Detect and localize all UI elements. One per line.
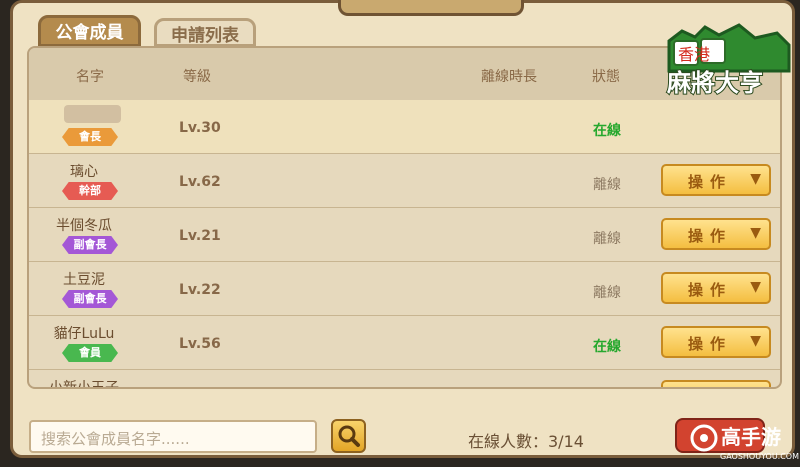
operation-label: 操作 [688,335,733,353]
operation-button[interactable]: 操作 ▼ [661,218,771,250]
watermark: 高手游 GAOSHOUYOU.COM [687,421,800,463]
search-input[interactable]: 搜索公會成員名字...... [29,420,317,453]
operation-button[interactable]: 操作 ▼ [661,380,771,389]
role-badge: 副會長 [62,290,118,308]
member-status: 在線 [593,339,621,355]
operation-button[interactable]: 操作 ▼ [661,164,771,196]
table-row[interactable]: 璃心 幹部 Lv.62 離線 操作 ▼ [29,154,780,208]
operation-label: 操作 [688,387,732,389]
triangle-down-icon: ▼ [750,333,761,349]
role-badge: 幹部 [62,182,118,200]
triangle-down-icon: ▼ [750,387,761,389]
tab-members[interactable]: 公會成員 [38,15,141,47]
operation-label: 操作 [688,173,733,191]
triangle-down-icon: ▼ [750,225,761,241]
member-name: 小新小王子 [49,380,119,389]
member-status: 離線 [593,231,621,247]
operation-label: 操作 [688,227,733,245]
svg-text:麻將大亨: 麻將大亨 [666,69,763,97]
member-status: 離線 [593,285,621,301]
blurred-name [64,105,121,123]
operation-label: 操作 [688,281,733,299]
online-count: 在線人數：3/14 [468,432,584,451]
operation-button[interactable]: 操作 ▼ [661,326,771,358]
svg-text:香港: 香港 [678,45,710,64]
triangle-down-icon: ▼ [750,171,761,187]
header-name: 名字 [76,69,104,85]
member-status: 離線 [593,177,621,193]
table-row[interactable]: 土豆泥 副會長 Lv.22 離線 操作 ▼ [29,262,780,316]
member-status: 在線 [593,123,621,139]
role-badge: 副會長 [62,236,118,254]
operation-button[interactable]: 操作 ▼ [661,272,771,304]
member-name: 貓仔LuLu [53,326,115,342]
table-row[interactable]: 貓仔LuLu 會員 Lv.56 在線 操作 ▼ [29,316,780,370]
table-row[interactable]: 半個冬瓜 副會長 Lv.21 離線 操作 ▼ [29,208,780,262]
svg-text:GAOSHOUYOU.COM: GAOSHOUYOU.COM [720,452,799,461]
magnifier-icon[interactable] [331,419,366,453]
member-name: 土豆泥 [63,272,105,288]
triangle-down-icon: ▼ [750,279,761,295]
game-logo: 香港 麻將大亨 [657,23,797,98]
role-badge: 會員 [62,344,118,362]
header-offline-time: 離線時長 [481,69,537,85]
member-level: Lv.30 [179,120,221,136]
header-level: 等級 [183,69,211,85]
guild-panel: 公會成員 申請列表 名字 等級 離線時長 狀態 會長 Lv.30 在線 璃心 幹… [10,0,799,461]
tab-applications[interactable]: 申請列表 [154,18,256,47]
role-badge: 會長 [62,128,118,146]
member-level: Lv.21 [179,228,221,244]
header-status: 狀態 [592,69,620,85]
member-level: Lv.22 [179,282,221,298]
panel-top-ornament [338,0,524,16]
table-row[interactable]: 小新小王子 操作 ▼ [29,370,780,389]
table-row[interactable]: 會長 Lv.30 在線 [29,100,780,154]
member-level: Lv.62 [179,174,221,190]
member-level: Lv.56 [179,336,221,352]
member-name: 璃心 [70,164,98,180]
svg-text:高手游: 高手游 [721,425,781,449]
member-name: 半個冬瓜 [56,218,112,234]
